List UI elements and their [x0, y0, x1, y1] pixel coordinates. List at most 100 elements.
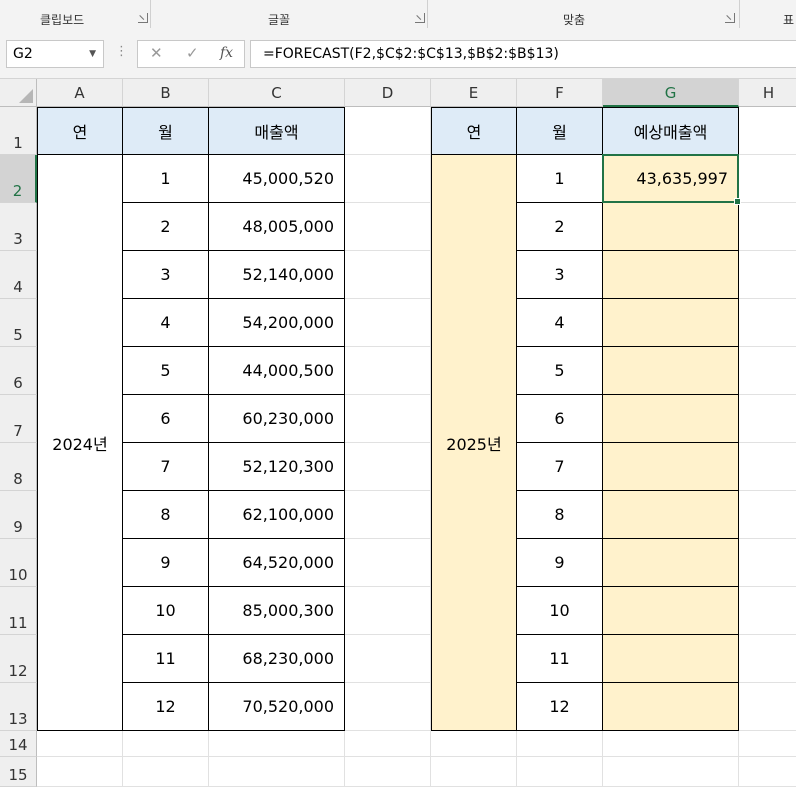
grid-cell[interactable] — [739, 731, 796, 757]
grid-cell[interactable] — [37, 757, 123, 787]
header-forecast[interactable]: 예상매출액 — [603, 107, 739, 155]
row-header-11[interactable]: 11 — [0, 587, 37, 635]
year-cell-2024[interactable]: 2024년 — [37, 155, 123, 731]
forecast-cell[interactable] — [603, 251, 739, 299]
grid-cell[interactable] — [345, 299, 431, 347]
row-header-13[interactable]: 13 — [0, 683, 37, 731]
forecast-cell[interactable] — [603, 203, 739, 251]
name-box[interactable]: G2 ▼ — [6, 40, 104, 68]
grid-cell[interactable] — [739, 107, 796, 155]
row-header-8[interactable]: 8 — [0, 443, 37, 491]
grid-cell[interactable] — [603, 757, 739, 787]
grid-cell[interactable] — [739, 635, 796, 683]
month-cell[interactable]: 12 — [517, 683, 603, 731]
grid-cell[interactable] — [345, 395, 431, 443]
grid-cell[interactable] — [739, 347, 796, 395]
forecast-cell[interactable] — [603, 635, 739, 683]
column-header-f[interactable]: F — [517, 79, 603, 107]
row-header-1[interactable]: 1 — [0, 107, 37, 155]
month-cell[interactable]: 7 — [123, 443, 209, 491]
row-header-7[interactable]: 7 — [0, 395, 37, 443]
month-cell[interactable]: 8 — [123, 491, 209, 539]
grid-cell[interactable] — [739, 539, 796, 587]
select-all-button[interactable] — [0, 79, 37, 107]
row-header-4[interactable]: 4 — [0, 251, 37, 299]
grid-cell[interactable] — [739, 683, 796, 731]
grid-cell[interactable] — [739, 491, 796, 539]
grid-cell[interactable] — [345, 491, 431, 539]
sales-cell[interactable]: 52,140,000 — [209, 251, 345, 299]
column-header-e[interactable]: E — [431, 79, 517, 107]
month-cell[interactable]: 2 — [517, 203, 603, 251]
sales-cell[interactable]: 62,100,000 — [209, 491, 345, 539]
cancel-icon[interactable]: ✕ — [150, 44, 163, 62]
column-header-a[interactable]: A — [37, 79, 123, 107]
grid-cell[interactable] — [517, 757, 603, 787]
column-header-d[interactable]: D — [345, 79, 431, 107]
month-cell[interactable]: 11 — [517, 635, 603, 683]
forecast-cell[interactable] — [603, 395, 739, 443]
month-cell[interactable]: 3 — [517, 251, 603, 299]
month-cell[interactable]: 9 — [123, 539, 209, 587]
grid-cell[interactable] — [603, 731, 739, 757]
row-header-12[interactable]: 12 — [0, 635, 37, 683]
sales-cell[interactable]: 45,000,520 — [209, 155, 345, 203]
forecast-cell[interactable] — [603, 491, 739, 539]
forecast-cell[interactable] — [603, 587, 739, 635]
row-header-14[interactable]: 14 — [0, 731, 37, 757]
grid-cell[interactable] — [345, 443, 431, 491]
grid-cell[interactable] — [209, 757, 345, 787]
header-month[interactable]: 월 — [517, 107, 603, 155]
column-header-c[interactable]: C — [209, 79, 345, 107]
month-cell[interactable]: 5 — [517, 347, 603, 395]
grid-cell[interactable] — [345, 203, 431, 251]
month-cell[interactable]: 1 — [123, 155, 209, 203]
sales-cell[interactable]: 48,005,000 — [209, 203, 345, 251]
month-cell[interactable]: 4 — [517, 299, 603, 347]
month-cell[interactable]: 7 — [517, 443, 603, 491]
grid-cell[interactable] — [123, 757, 209, 787]
sales-cell[interactable]: 85,000,300 — [209, 587, 345, 635]
column-header-g[interactable]: G — [603, 79, 739, 107]
alignment-dialog-launcher-icon[interactable] — [725, 13, 735, 23]
header-year[interactable]: 연 — [37, 107, 123, 155]
insert-function-icon[interactable]: fx — [220, 45, 233, 61]
font-dialog-launcher-icon[interactable] — [415, 13, 425, 23]
column-header-b[interactable]: B — [123, 79, 209, 107]
forecast-cell[interactable] — [603, 347, 739, 395]
month-cell[interactable]: 11 — [123, 635, 209, 683]
grid-cell[interactable] — [345, 731, 431, 757]
grid-cell[interactable] — [345, 757, 431, 787]
month-cell[interactable]: 3 — [123, 251, 209, 299]
sales-cell[interactable]: 68,230,000 — [209, 635, 345, 683]
clipboard-dialog-launcher-icon[interactable] — [138, 13, 148, 23]
grid-cell[interactable] — [123, 731, 209, 757]
year-cell-2025[interactable]: 2025년 — [431, 155, 517, 731]
header-sales[interactable]: 매출액 — [209, 107, 345, 155]
month-cell[interactable]: 12 — [123, 683, 209, 731]
month-cell[interactable]: 10 — [123, 587, 209, 635]
month-cell[interactable]: 9 — [517, 539, 603, 587]
row-header-6[interactable]: 6 — [0, 347, 37, 395]
grid-cell[interactable] — [345, 107, 431, 155]
forecast-cell[interactable] — [603, 539, 739, 587]
grid-cell[interactable] — [431, 731, 517, 757]
grid-cell[interactable] — [431, 757, 517, 787]
month-cell[interactable]: 8 — [517, 491, 603, 539]
grid-cell[interactable] — [739, 155, 796, 203]
forecast-cell[interactable]: 43,635,997 — [603, 155, 739, 203]
month-cell[interactable]: 5 — [123, 347, 209, 395]
forecast-cell[interactable] — [603, 443, 739, 491]
grid-cell[interactable] — [345, 683, 431, 731]
month-cell[interactable]: 10 — [517, 587, 603, 635]
sales-cell[interactable]: 64,520,000 — [209, 539, 345, 587]
forecast-cell[interactable] — [603, 683, 739, 731]
row-header-5[interactable]: 5 — [0, 299, 37, 347]
grid-cell[interactable] — [345, 635, 431, 683]
grid-cell[interactable] — [739, 587, 796, 635]
month-cell[interactable]: 6 — [123, 395, 209, 443]
sales-cell[interactable]: 44,000,500 — [209, 347, 345, 395]
grid-cell[interactable] — [345, 155, 431, 203]
grid-cell[interactable] — [739, 299, 796, 347]
grid-cell[interactable] — [345, 251, 431, 299]
